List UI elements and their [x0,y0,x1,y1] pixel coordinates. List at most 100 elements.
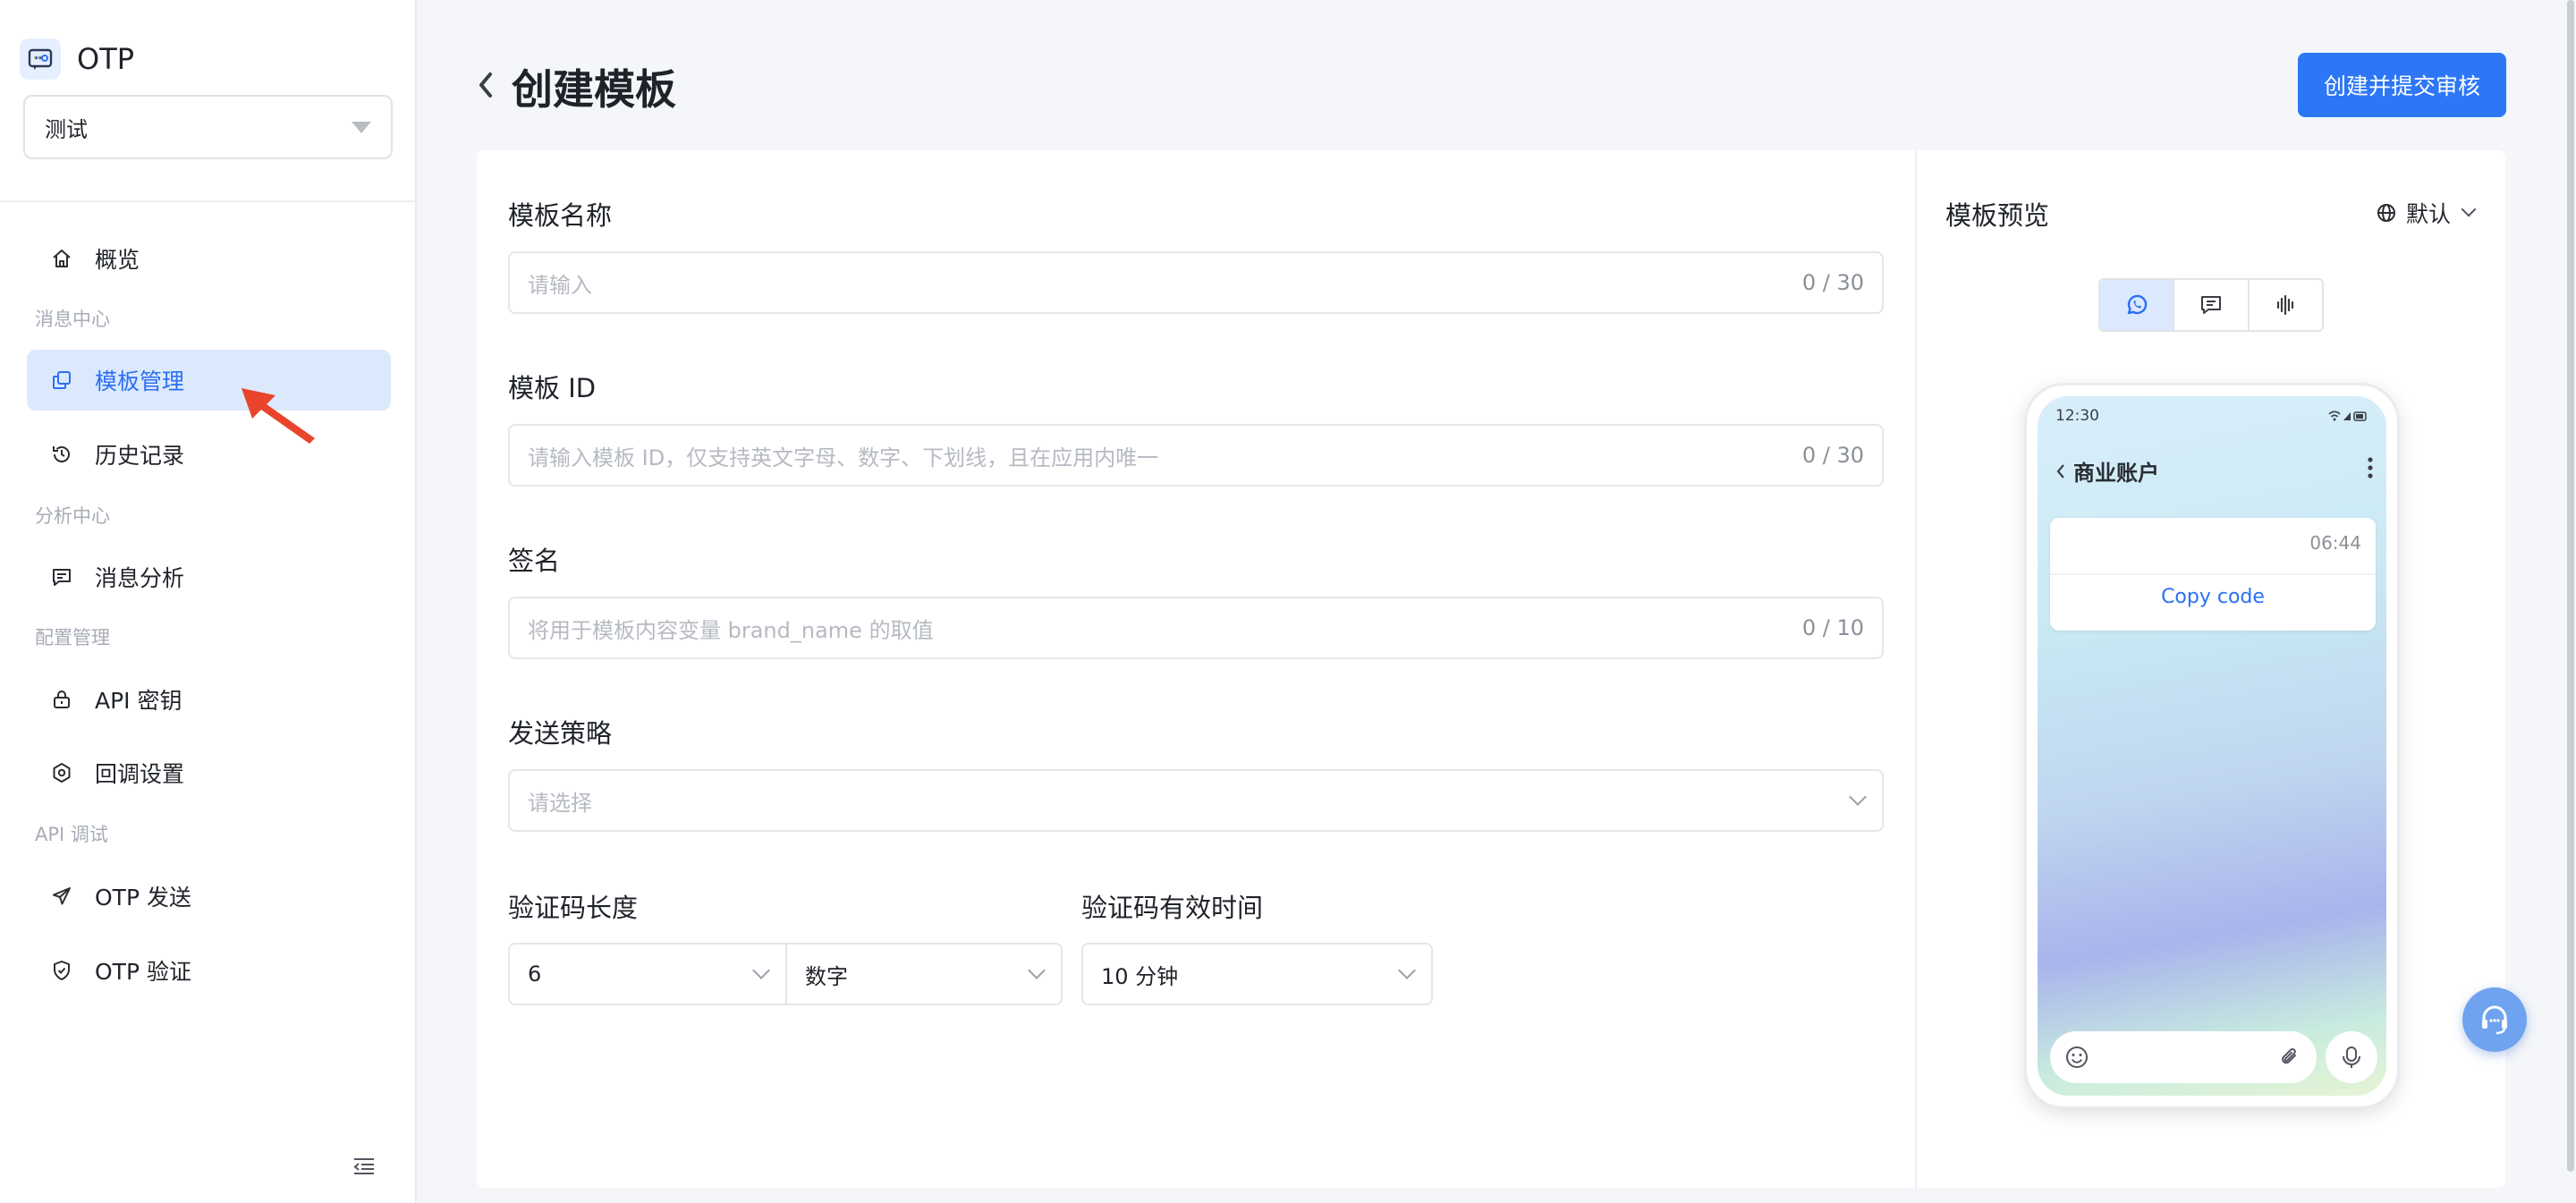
sms-icon [2199,292,2224,318]
otp-logo-icon: ** [20,38,61,80]
page-title: 创建模板 [512,65,676,114]
chevron-down-icon [1849,788,1867,806]
sidebar-item-callback[interactable]: 回调设置 [27,742,391,803]
strategy-select[interactable]: 请选择 [508,769,1884,832]
collapse-sidebar-icon[interactable] [352,1156,377,1181]
sidebar-item-label: OTP 发送 [95,885,191,911]
selected-value: 6 [528,962,542,987]
chevron-down-icon [1398,962,1416,979]
copy-icon [48,367,75,394]
shield-check-icon [48,957,75,984]
code-type-select[interactable]: 数字 [785,943,1063,1005]
sidebar-item-message-analysis[interactable]: 消息分析 [27,546,391,607]
message-bubble: 06:44 Copy code [2050,518,2376,631]
copy-code-button[interactable]: Copy code [2050,586,2376,608]
channel-tabs [2098,278,2324,332]
sidebar-item-api-key[interactable]: API 密钥 [27,669,391,730]
selected-value: 10 分钟 [1101,963,1179,989]
template-name-label: 模板名称 [508,200,613,231]
sidebar-item-label: API 密钥 [95,688,182,714]
sidebar-item-label: 消息分析 [95,565,185,591]
signature-label: 签名 [508,546,561,576]
settings-icon [48,759,75,786]
microphone-icon [2340,1045,2363,1070]
microphone-button[interactable] [2326,1031,2377,1083]
preview-title: 模板预览 [1945,200,2050,231]
chat-back-icon[interactable] [2055,462,2066,484]
sidebar-item-otp-send[interactable]: OTP 发送 [27,866,391,927]
headset-icon [2477,1002,2512,1038]
selected-value: 数字 [805,963,848,989]
annotation-arrow-icon [240,386,320,447]
signature-input[interactable]: 将用于模板内容变量 brand_name 的取值 0 / 10 [508,597,1884,659]
svg-text:**: ** [34,55,43,64]
char-counter: 0 / 10 [1801,615,1864,640]
validity-label: 验证码有效时间 [1081,893,1264,923]
customer-support-button[interactable] [2462,987,2527,1052]
language-value: 默认 [2406,201,2452,227]
chevron-down-icon [1028,962,1046,979]
divider [1915,150,1917,1188]
placeholder: 将用于模板内容变量 brand_name 的取值 [528,617,934,643]
back-arrow-icon[interactable] [476,70,496,104]
language-selector[interactable]: 默认 [2376,197,2477,229]
sidebar-item-label: OTP 验证 [95,959,191,985]
sidebar-item-history[interactable]: 历史记录 [27,424,391,485]
strategy-label: 发送策略 [508,718,613,749]
char-counter: 0 / 30 [1801,270,1864,295]
voice-icon [2273,292,2298,318]
nav-group-message: 消息中心 [35,309,110,330]
globe-icon [2376,202,2397,224]
attachment-icon[interactable] [2277,1045,2302,1070]
nav-group-config: 配置管理 [35,627,110,648]
lock-icon [48,686,75,713]
page-scrollbar[interactable] [2567,0,2574,1172]
validity-select[interactable]: 10 分钟 [1081,943,1433,1005]
chevron-down-icon [752,962,770,979]
placeholder: 请选择 [528,790,592,816]
code-length-select[interactable]: 6 [508,943,787,1005]
sidebar-item-label: 概览 [95,247,140,273]
chat-input[interactable] [2050,1031,2317,1083]
divider [2050,573,2376,575]
create-submit-button[interactable]: 创建并提交审核 [2298,53,2506,117]
placeholder: 请输入模板 ID，仅支持英文字母、数字、下划线，且在应用内唯一 [528,445,1159,470]
tab-whatsapp[interactable] [2100,280,2175,330]
divider [0,200,415,202]
status-icons [2327,409,2368,426]
nav-group-api: API 调试 [35,824,108,845]
nav-group-analysis: 分析中心 [35,505,110,527]
template-id-input[interactable]: 请输入模板 ID，仅支持英文字母、数字、下划线，且在应用内唯一 0 / 30 [508,424,1884,487]
code-length-label: 验证码长度 [508,893,639,923]
tab-voice[interactable] [2250,280,2322,330]
message-time: 06:44 [2309,532,2361,554]
char-counter: 0 / 30 [1801,443,1864,468]
emoji-icon[interactable] [2064,1045,2089,1070]
sidebar-item-label: 历史记录 [95,443,185,469]
sidebar-item-templates[interactable]: 模板管理 [27,350,391,411]
home-icon [48,245,75,272]
send-icon [48,883,75,910]
message-icon [48,563,75,590]
sidebar-item-label: 回调设置 [95,761,185,787]
app-selector-value: 测试 [45,116,88,142]
chevron-down-icon [2461,201,2477,217]
placeholder: 请输入 [528,272,592,298]
whatsapp-icon [2124,292,2149,318]
sidebar: ** OTP 测试 概览 消息中心 模板管理 历史记录 分析中心 消息分析 配置… [0,0,417,1203]
sidebar-item-otp-verify[interactable]: OTP 验证 [27,940,391,1001]
template-name-input[interactable]: 请输入 0 / 30 [508,251,1884,314]
history-icon [48,441,75,468]
chat-title: 商业账户 [2073,461,2159,486]
brand: ** OTP [20,38,134,80]
app-selector[interactable]: 测试 [23,95,393,159]
tab-sms[interactable] [2174,280,2250,330]
phone-screen: 12:30 商业账户 06:44 Copy code [2038,396,2386,1096]
phone-preview: 12:30 商业账户 06:44 Copy code [2024,383,2400,1109]
template-id-label: 模板 ID [508,373,597,403]
caret-down-icon [352,121,371,133]
app-title: OTP [77,42,135,76]
sidebar-item-overview[interactable]: 概览 [27,228,391,289]
more-vertical-icon[interactable] [2367,455,2374,484]
status-time: 12:30 [2055,407,2099,425]
